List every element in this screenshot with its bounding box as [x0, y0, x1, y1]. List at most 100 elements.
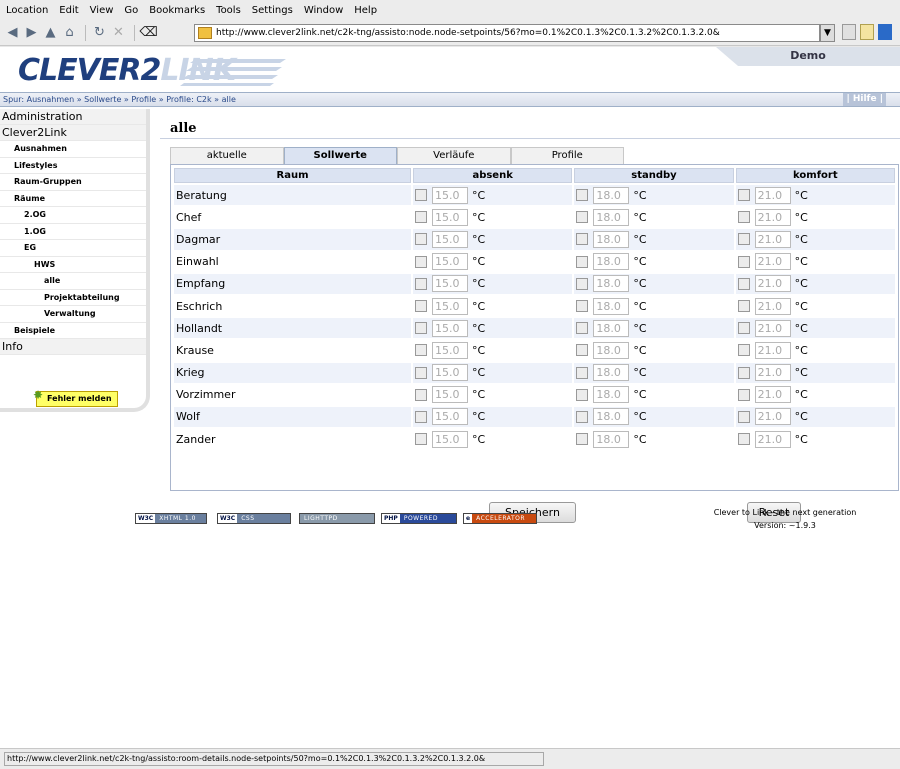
- komfort-checkbox[interactable]: [737, 211, 750, 224]
- absenk-checkbox[interactable]: [415, 189, 427, 202]
- absenk-input[interactable]: 15.0: [432, 208, 468, 226]
- absenk-input[interactable]: 15.0: [432, 275, 468, 293]
- reload-icon[interactable]: ↻: [91, 24, 108, 41]
- menu-view[interactable]: View: [90, 5, 114, 16]
- sidebar-item-info[interactable]: Info: [0, 339, 146, 355]
- absenk-checkbox[interactable]: [415, 433, 427, 446]
- sidebar-item-eg[interactable]: EG: [0, 240, 146, 257]
- bookmark-icon[interactable]: [860, 24, 874, 40]
- standby-input[interactable]: 18.0: [593, 341, 630, 359]
- absenk-checkbox[interactable]: [415, 233, 427, 246]
- standby-checkbox[interactable]: [576, 189, 589, 202]
- tab-verl-ufe[interactable]: Verläufe: [397, 147, 511, 164]
- komfort-input[interactable]: 21.0: [754, 208, 791, 226]
- komfort-input[interactable]: 21.0: [754, 253, 791, 271]
- sidebar-item-hws[interactable]: HWS: [0, 257, 146, 273]
- absenk-input[interactable]: 15.0: [432, 408, 468, 426]
- help-link[interactable]: | Hilfe |: [843, 93, 886, 106]
- komfort-input[interactable]: 21.0: [754, 297, 791, 315]
- badge-accelerator[interactable]: e ACCELERATOR: [463, 513, 537, 524]
- absenk-input[interactable]: 15.0: [432, 430, 468, 448]
- sidebar-item-ausnahmen[interactable]: Ausnahmen: [0, 141, 146, 158]
- standby-input[interactable]: 18.0: [593, 297, 630, 315]
- absenk-checkbox[interactable]: [415, 255, 427, 268]
- stop-icon[interactable]: ✕: [110, 24, 127, 41]
- komfort-checkbox[interactable]: [737, 233, 750, 246]
- standby-checkbox[interactable]: [576, 300, 589, 313]
- demo-tab[interactable]: Demo: [716, 47, 900, 66]
- absenk-input[interactable]: 15.0: [432, 319, 468, 337]
- sidebar-item-clever2link[interactable]: Clever2Link: [0, 125, 146, 141]
- komfort-input[interactable]: 21.0: [754, 364, 791, 382]
- badge-xhtml-1-0[interactable]: W3C XHTML 1.0: [135, 513, 207, 524]
- komfort-checkbox[interactable]: [737, 388, 750, 401]
- clear-location-icon[interactable]: ⌫: [139, 24, 157, 41]
- komfort-input[interactable]: 21.0: [754, 186, 791, 204]
- menu-window[interactable]: Window: [304, 5, 343, 16]
- menu-bookmarks[interactable]: Bookmarks: [149, 5, 205, 16]
- tab-aktuelle[interactable]: aktuelle: [170, 147, 284, 164]
- sidebar-item-verwaltung[interactable]: Verwaltung: [0, 306, 146, 323]
- standby-input[interactable]: 18.0: [593, 408, 630, 426]
- standby-checkbox[interactable]: [576, 344, 589, 357]
- up-icon[interactable]: ▲: [42, 24, 59, 41]
- forward-icon[interactable]: ▶: [23, 24, 40, 41]
- sidebar-item-2-og[interactable]: 2.OG: [0, 207, 146, 224]
- location-field[interactable]: http://www.clever2link.net/c2k-tng/assis…: [194, 24, 820, 42]
- menu-help[interactable]: Help: [354, 5, 377, 16]
- komfort-input[interactable]: 21.0: [754, 319, 791, 337]
- komfort-checkbox[interactable]: [737, 433, 750, 446]
- absenk-input[interactable]: 15.0: [432, 386, 468, 404]
- absenk-checkbox[interactable]: [415, 300, 427, 313]
- absenk-checkbox[interactable]: [415, 410, 427, 423]
- komfort-checkbox[interactable]: [737, 277, 750, 290]
- standby-checkbox[interactable]: [576, 277, 589, 290]
- breadcrumb-text[interactable]: Spur: Ausnahmen » Sollwerte » Profile » …: [3, 95, 236, 104]
- sidebar-item-lifestyles[interactable]: Lifestyles: [0, 158, 146, 174]
- standby-input[interactable]: 18.0: [593, 230, 630, 248]
- absenk-input[interactable]: 15.0: [432, 297, 468, 315]
- komfort-input[interactable]: 21.0: [754, 386, 791, 404]
- sidebar-item-beispiele[interactable]: Beispiele: [0, 323, 146, 339]
- standby-input[interactable]: 18.0: [593, 275, 630, 293]
- absenk-input[interactable]: 15.0: [432, 341, 468, 359]
- standby-checkbox[interactable]: [576, 433, 589, 446]
- menu-go[interactable]: Go: [124, 5, 138, 16]
- absenk-checkbox[interactable]: [415, 211, 427, 224]
- absenk-checkbox[interactable]: [415, 277, 427, 290]
- back-icon[interactable]: ◀: [4, 24, 21, 41]
- sidebar-item-alle[interactable]: alle: [0, 273, 146, 290]
- standby-checkbox[interactable]: [576, 410, 589, 423]
- sidebar-item-1-og[interactable]: 1.OG: [0, 224, 146, 240]
- standby-input[interactable]: 18.0: [593, 186, 630, 204]
- badge-css[interactable]: W3C CSS: [217, 513, 291, 524]
- badge-lighttpd[interactable]: LIGHTTPD: [299, 513, 375, 524]
- absenk-input[interactable]: 15.0: [432, 253, 468, 271]
- standby-input[interactable]: 18.0: [593, 253, 630, 271]
- standby-checkbox[interactable]: [576, 322, 589, 335]
- komfort-input[interactable]: 21.0: [754, 275, 791, 293]
- komfort-checkbox[interactable]: [737, 189, 750, 202]
- menu-tools[interactable]: Tools: [216, 5, 241, 16]
- absenk-checkbox[interactable]: [415, 322, 427, 335]
- komfort-input[interactable]: 21.0: [754, 341, 791, 359]
- komfort-checkbox[interactable]: [737, 322, 750, 335]
- komfort-input[interactable]: 21.0: [754, 430, 791, 448]
- absenk-checkbox[interactable]: [415, 344, 427, 357]
- menu-edit[interactable]: Edit: [59, 5, 78, 16]
- badge-powered[interactable]: PHP POWERED: [381, 513, 457, 524]
- tab-sollwerte[interactable]: Sollwerte: [283, 147, 397, 164]
- standby-input[interactable]: 18.0: [593, 319, 630, 337]
- report-error-button[interactable]: ✸ Fehler melden: [33, 388, 118, 407]
- komfort-checkbox[interactable]: [737, 410, 750, 423]
- standby-input[interactable]: 18.0: [593, 364, 630, 382]
- standby-input[interactable]: 18.0: [593, 208, 630, 226]
- komfort-checkbox[interactable]: [737, 344, 750, 357]
- absenk-input[interactable]: 15.0: [432, 230, 468, 248]
- standby-checkbox[interactable]: [576, 233, 589, 246]
- absenk-checkbox[interactable]: [415, 388, 427, 401]
- sidebar-item-r-ume[interactable]: Räume: [0, 191, 146, 207]
- absenk-checkbox[interactable]: [415, 366, 427, 379]
- komfort-input[interactable]: 21.0: [754, 230, 791, 248]
- sidebar-item-administration[interactable]: Administration: [0, 109, 146, 125]
